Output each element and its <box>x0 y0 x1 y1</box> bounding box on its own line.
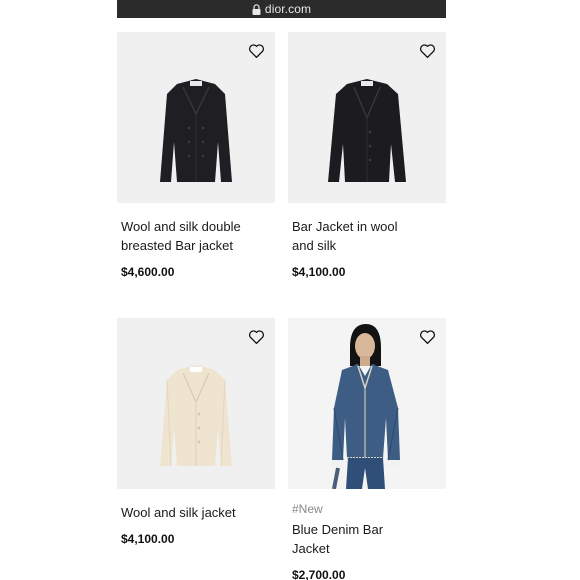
product-card[interactable]: #New Blue Denim Bar Jacket $2,700.00 <box>288 318 446 580</box>
lock-icon <box>252 3 261 15</box>
product-card[interactable]: Wool and silk double breasted Bar jacket… <box>117 32 275 279</box>
product-image[interactable] <box>117 32 275 203</box>
product-name[interactable]: Wool and silk double breasted Bar jacket <box>121 217 249 255</box>
url-text: dior.com <box>264 2 312 16</box>
product-image[interactable] <box>117 318 275 489</box>
product-name[interactable]: Blue Denim Bar Jacket <box>292 520 420 558</box>
product-price: $4,100.00 <box>292 265 346 279</box>
product-info: Bar Jacket in wool and silk $4,100.00 <box>288 203 446 279</box>
product-image[interactable] <box>288 318 446 489</box>
heart-icon[interactable] <box>419 329 436 345</box>
heart-icon[interactable] <box>248 329 265 345</box>
product-info: Wool and silk double breasted Bar jacket… <box>117 203 275 279</box>
product-image[interactable] <box>288 32 446 203</box>
product-name[interactable]: Bar Jacket in wool and silk <box>292 217 420 255</box>
product-card[interactable]: Wool and silk jacket $4,100.00 <box>117 318 275 546</box>
product-info: #New Blue Denim Bar Jacket $2,700.00 <box>288 489 446 580</box>
heart-icon[interactable] <box>248 43 265 59</box>
browser-url-bar[interactable]: dior.com <box>117 0 446 18</box>
product-price: $2,700.00 <box>292 568 346 580</box>
page: dior.com Wool and silk double breasted B… <box>0 0 580 580</box>
new-badge: #New <box>292 502 323 516</box>
product-info: Wool and silk jacket $4,100.00 <box>117 489 275 546</box>
product-price: $4,600.00 <box>121 265 175 279</box>
product-card[interactable]: Bar Jacket in wool and silk $4,100.00 <box>288 32 446 279</box>
product-name[interactable]: Wool and silk jacket <box>121 503 249 522</box>
heart-icon[interactable] <box>419 43 436 59</box>
product-price: $4,100.00 <box>121 532 175 546</box>
